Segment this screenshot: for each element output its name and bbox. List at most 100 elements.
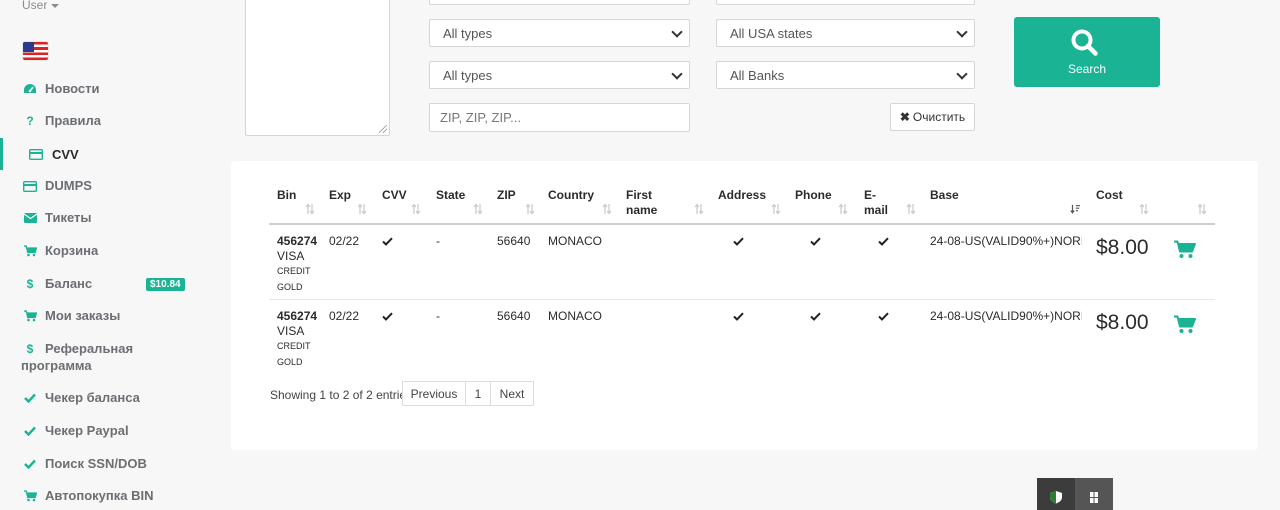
check-icon xyxy=(382,312,393,321)
column-header-first-name[interactable]: First name xyxy=(626,188,657,218)
sidebar-item-label: Чекер баланса xyxy=(45,390,140,405)
sidebar-item-cart[interactable]: Корзина xyxy=(0,243,215,259)
bank-select[interactable]: All Banks xyxy=(716,61,975,89)
column-header-base[interactable]: Base xyxy=(930,188,959,203)
sort-icon[interactable] xyxy=(771,203,781,215)
cell-base: 24-08-US(VALID90%+)NOREF! xyxy=(930,234,1082,248)
sidebar-item-balance[interactable]: $ Баланс $10.84 xyxy=(0,276,215,292)
cell-zip: 56640 xyxy=(497,234,531,248)
sort-icon[interactable] xyxy=(1197,203,1207,215)
zip-input[interactable]: ZIP, ZIP, ZIP... xyxy=(429,103,690,132)
sidebar-item-label: Правила xyxy=(45,113,101,128)
sidebar-item-label: CVV xyxy=(52,147,79,162)
cell-level: GOLD xyxy=(277,357,303,367)
column-header-zip[interactable]: ZIP xyxy=(497,188,516,203)
add-to-cart-button[interactable] xyxy=(1174,315,1196,334)
top-input-partial[interactable] xyxy=(429,0,690,5)
column-header-email[interactable]: E-mail xyxy=(864,188,888,218)
cell-cost: $8.00 xyxy=(1096,236,1149,259)
sort-icon[interactable] xyxy=(602,203,612,215)
cart-icon xyxy=(23,309,37,323)
add-to-cart-button[interactable] xyxy=(1174,240,1196,259)
column-header-state[interactable]: State xyxy=(436,188,465,203)
search-button[interactable]: Search xyxy=(1014,17,1160,87)
resize-grip-icon[interactable] xyxy=(379,125,387,133)
page-1-button[interactable]: 1 xyxy=(465,381,491,406)
column-header-exp[interactable]: Exp xyxy=(329,188,351,203)
column-header-address[interactable]: Address xyxy=(718,188,766,203)
sidebar-item-dumps[interactable]: DUMPS xyxy=(0,178,215,194)
column-header-phone[interactable]: Phone xyxy=(795,188,832,203)
cell-cost: $8.00 xyxy=(1096,311,1149,334)
sort-icon[interactable] xyxy=(525,203,535,215)
results-card: Bin Exp CVV State ZIP Country First name … xyxy=(231,161,1258,450)
type-select-2-value: All types xyxy=(443,67,493,83)
envelope-icon xyxy=(23,211,37,225)
cell-country: MONACO xyxy=(548,234,602,248)
sort-icon[interactable] xyxy=(305,203,315,215)
check-icon xyxy=(878,237,889,246)
close-icon: ✖ xyxy=(899,110,910,124)
previous-page-button[interactable]: Previous xyxy=(402,381,466,406)
cell-kind: CREDIT xyxy=(277,266,311,276)
sidebar-item-ssn-search[interactable]: Поиск SSN/DOB xyxy=(0,456,215,472)
sidebar-item-label-line1: Реферальная xyxy=(45,341,134,356)
sidebar-item-paypal-checker[interactable]: Чекер Paypal xyxy=(0,423,215,439)
defender-shield-icon[interactable] xyxy=(1037,478,1075,510)
column-header-email-line2: mail xyxy=(864,203,889,217)
type-select-1[interactable]: All types xyxy=(429,19,690,47)
cell-state: - xyxy=(436,309,440,323)
sidebar-item-rules[interactable]: ? Правила xyxy=(0,113,215,129)
dashboard-icon xyxy=(23,82,37,96)
bank-select-value: All Banks xyxy=(730,67,785,83)
cart-icon xyxy=(23,489,37,503)
sidebar-item-bin-autobuy[interactable]: Автопокупка BIN xyxy=(0,488,215,504)
user-menu-label: User xyxy=(22,0,48,12)
sidebar-item-label: Тикеты xyxy=(45,210,92,225)
us-flag-icon[interactable] xyxy=(23,42,48,60)
chevron-down-icon xyxy=(671,26,683,38)
column-header-first-name-line2: name xyxy=(626,203,658,217)
bin-list-textarea[interactable] xyxy=(245,0,390,136)
sort-icon[interactable] xyxy=(411,203,421,215)
column-header-cost[interactable]: Cost xyxy=(1096,188,1123,203)
sidebar-item-balance-checker[interactable]: Чекер баланса xyxy=(0,390,215,406)
sort-icon[interactable] xyxy=(838,203,848,215)
balance-badge: $10.84 xyxy=(146,278,185,291)
sidebar-item-cvv[interactable]: CVV xyxy=(0,138,215,170)
search-icon xyxy=(1071,29,1098,56)
check-icon xyxy=(23,424,37,438)
column-header-cvv[interactable]: CVV xyxy=(382,188,407,203)
column-header-bin[interactable]: Bin xyxy=(277,188,296,203)
sidebar: User Новости ? Правила CVV DUMPS Тикеты … xyxy=(0,0,215,510)
sidebar-item-label: Корзина xyxy=(45,243,99,258)
sort-icon[interactable] xyxy=(357,203,367,215)
sort-desc-icon[interactable] xyxy=(1070,203,1080,215)
check-icon xyxy=(810,237,821,246)
sidebar-item-news[interactable]: Новости xyxy=(0,81,215,97)
task-view-icon[interactable] xyxy=(1075,478,1113,510)
sort-icon[interactable] xyxy=(906,203,916,215)
sort-icon[interactable] xyxy=(1139,203,1149,215)
sidebar-item-referral[interactable]: $ Реферальная программа xyxy=(0,340,215,374)
search-button-label: Search xyxy=(1067,62,1107,76)
state-select[interactable]: All USA states xyxy=(716,19,975,47)
top-select-partial[interactable] xyxy=(716,0,975,5)
sidebar-item-label: Чекер Paypal xyxy=(45,423,129,438)
check-icon xyxy=(382,237,393,246)
check-icon xyxy=(733,237,744,246)
column-header-country[interactable]: Country xyxy=(548,188,594,203)
clear-button-label: Очистить xyxy=(912,110,966,124)
type-select-2[interactable]: All types xyxy=(429,61,690,89)
user-menu[interactable]: User xyxy=(22,0,60,12)
chevron-down-icon xyxy=(956,68,968,80)
clear-button[interactable]: ✖ Очистить xyxy=(890,103,975,131)
sidebar-item-tickets[interactable]: Тикеты xyxy=(0,210,215,226)
sort-icon[interactable] xyxy=(473,203,483,215)
sort-icon[interactable] xyxy=(694,203,704,215)
next-page-button[interactable]: Next xyxy=(490,381,534,406)
check-icon xyxy=(23,391,37,405)
cell-state: - xyxy=(436,234,440,248)
sidebar-item-label: Реферальная программа xyxy=(21,340,133,374)
sidebar-item-my-orders[interactable]: Мои заказы xyxy=(0,308,215,324)
